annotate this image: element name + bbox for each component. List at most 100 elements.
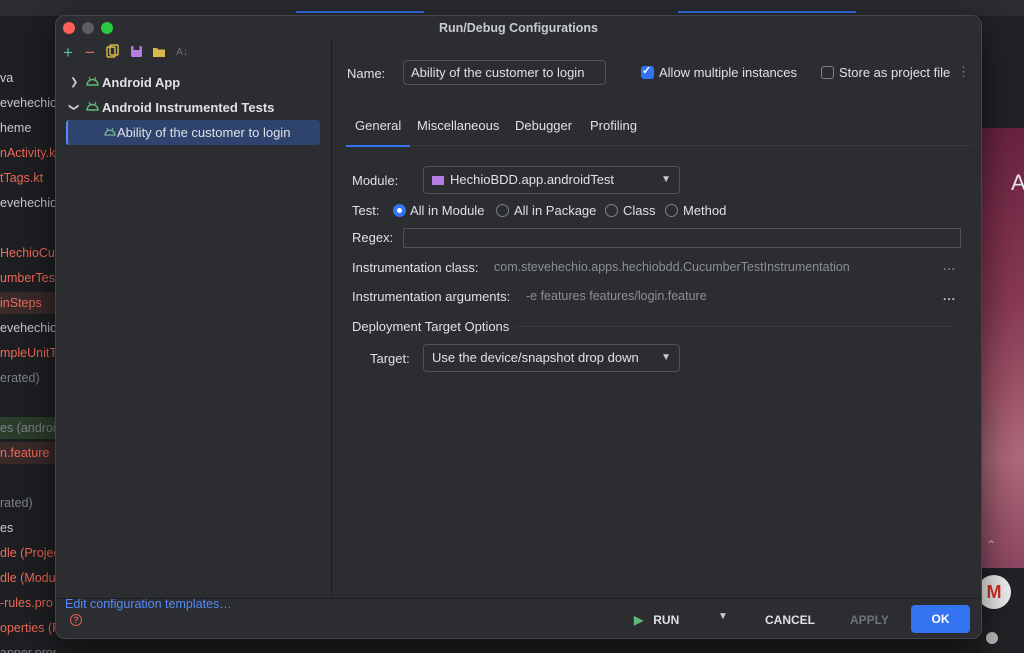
project-tree-background: va evehechio heme nActivity.k tTags.kt evehec… <box>0 60 56 653</box>
instrumentation-class-value[interactable]: com.stevehechio.apps.hechiobdd.CucumberT… <box>494 260 850 274</box>
background-file-item: inSteps <box>0 292 56 314</box>
copy-icon[interactable] <box>104 44 120 62</box>
radio-all-in-package[interactable] <box>496 204 509 217</box>
dialog-title-bar: Run/Debug Configurations <box>56 16 981 40</box>
run-dropdown-chevron-icon[interactable]: ▼ <box>718 611 728 622</box>
dialog-title: Run/Debug Configurations <box>438 21 598 35</box>
run-debug-configurations-dialog: Run/Debug Configurations + − A↓ ❯ Androi… <box>55 15 982 639</box>
background-file-item: n.feature <box>0 442 56 464</box>
instrumentation-class-label: Instrumentation class: <box>352 260 479 275</box>
module-value: HechioBDD.app.androidTest <box>450 172 615 187</box>
chevron-up-icon[interactable]: ⌃ <box>986 538 996 552</box>
radio-label-all-in-module[interactable]: All in Module <box>410 203 484 218</box>
background-file-item <box>0 467 56 489</box>
android-test-icon <box>104 120 118 145</box>
chevron-down-icon[interactable]: ❯ <box>61 103 86 115</box>
tab-miscellaneous[interactable]: Miscellaneous <box>417 114 499 146</box>
background-file-item: evehechio <box>0 96 56 110</box>
tab-general[interactable]: General <box>345 114 411 147</box>
target-value: Use the device/snapshot drop down <box>432 350 639 365</box>
tree-item-label: Ability of the customer to login <box>117 125 291 140</box>
store-as-project-file-checkbox[interactable] <box>821 66 834 79</box>
folder-icon[interactable] <box>151 44 167 62</box>
tree-item-android-instrumented-tests[interactable]: ❯ Android Instrumented Tests <box>56 95 332 120</box>
background-file-item: -rules.pro <box>0 596 53 610</box>
store-as-project-file-label[interactable]: Store as project file <box>839 65 950 80</box>
target-select[interactable]: Use the device/snapshot drop down ▼ <box>423 344 680 372</box>
save-icon[interactable] <box>128 44 144 62</box>
tree-item-android-app[interactable]: ❯ Android App <box>56 70 332 95</box>
configurations-toolbar: + − A↓ <box>56 44 332 64</box>
config-tabs: General Miscellaneous Debugger Profiling <box>343 114 973 147</box>
ok-button[interactable]: OK <box>911 605 970 633</box>
background-file-item: tTags.kt <box>0 171 44 185</box>
background-file-item: rated) <box>0 496 33 510</box>
test-label: Test: <box>352 203 380 218</box>
background-file-item <box>0 217 56 239</box>
allow-multiple-instances-label[interactable]: Allow multiple instances <box>659 65 797 80</box>
cancel-button[interactable]: CANCEL <box>765 610 815 630</box>
emulator-text: A <box>1011 170 1024 195</box>
tree-item-ability-login[interactable]: Ability of the customer to login <box>66 120 320 145</box>
radio-method[interactable] <box>665 204 678 217</box>
background-file-item: mpleUnitT <box>0 346 56 360</box>
ide-active-tab-indicator <box>678 11 856 13</box>
background-file-item: dle (Modu <box>0 571 56 585</box>
background-file-item: es <box>0 521 14 535</box>
help-icon[interactable]: ? <box>70 614 82 626</box>
apply-button[interactable]: APPLY <box>850 610 889 630</box>
run-button[interactable]: ▶ RUN <box>634 610 679 630</box>
radio-class[interactable] <box>605 204 618 217</box>
deployment-target-options-title: Deployment Target Options <box>352 319 510 334</box>
chevron-right-icon[interactable]: ❯ <box>70 70 82 95</box>
instrumentation-arguments-browse-button[interactable]: ... <box>943 289 956 303</box>
radio-label-class[interactable]: Class <box>623 203 656 218</box>
background-file-item: es (androi <box>0 417 56 439</box>
name-input[interactable]: Ability of the customer to login <box>403 60 606 85</box>
regex-input[interactable] <box>403 228 961 248</box>
instrumentation-arguments-label: Instrumentation arguments: <box>352 289 511 304</box>
emulator-dot <box>986 632 998 644</box>
add-icon[interactable]: + <box>60 44 76 62</box>
chevron-down-icon: ▼ <box>661 174 671 185</box>
tree-item-label: Android Instrumented Tests <box>102 100 275 115</box>
configurations-sidebar: + − A↓ ❯ Android App ❯ Android Instrumen… <box>56 40 332 611</box>
regex-label: Regex: <box>352 230 394 245</box>
background-file-item: erated) <box>0 371 40 385</box>
instrumentation-arguments-value[interactable]: -e features features/login.feature <box>526 289 707 303</box>
more-options-icon[interactable]: ⋮ <box>957 64 970 80</box>
ide-top-bar <box>0 0 1024 16</box>
play-icon: ▶ <box>634 613 644 627</box>
background-file-item: evehechio <box>0 321 56 335</box>
background-file-item: operties (F <box>0 621 56 635</box>
module-label: Module: <box>352 173 399 188</box>
background-file-item: va <box>0 71 14 85</box>
background-file-item: nActivity.k <box>0 146 56 160</box>
tab-profiling[interactable]: Profiling <box>590 114 637 146</box>
tab-debugger[interactable]: Debugger <box>515 114 572 146</box>
background-file-item: heme <box>0 121 32 135</box>
instrumentation-class-browse-button[interactable]: ... <box>943 259 956 273</box>
configurations-tree: ❯ Android App ❯ Android Instrumented Tes… <box>56 70 332 145</box>
allow-multiple-instances-checkbox[interactable] <box>641 64 654 79</box>
radio-label-method[interactable]: Method <box>683 203 726 218</box>
background-file-item: apper.properties (Gradle Version) <box>0 646 56 653</box>
android-icon <box>86 70 100 95</box>
target-label: Target: <box>370 351 410 366</box>
background-file-item <box>0 392 56 414</box>
module-select[interactable]: HechioBDD.app.androidTest ▼ <box>423 166 680 194</box>
radio-all-in-module[interactable] <box>393 204 406 217</box>
gmail-app-icon[interactable]: M <box>977 575 1011 609</box>
background-file-item: umberTes <box>0 271 55 285</box>
tree-item-label: Android App <box>102 75 181 90</box>
section-divider <box>515 326 955 327</box>
background-file-item: dle (Projec <box>0 546 56 560</box>
background-file-item: evehechio <box>0 196 56 210</box>
android-test-icon <box>86 95 100 120</box>
sort-icon: A↓ <box>176 47 188 58</box>
configuration-editor: Name: Ability of the customer to login A… <box>333 40 981 598</box>
radio-label-all-in-package[interactable]: All in Package <box>514 203 596 218</box>
name-label: Name: <box>347 66 386 81</box>
remove-icon[interactable]: − <box>82 44 98 62</box>
dialog-footer: ? ▶ RUN ▼ CANCEL APPLY OK <box>56 598 981 638</box>
